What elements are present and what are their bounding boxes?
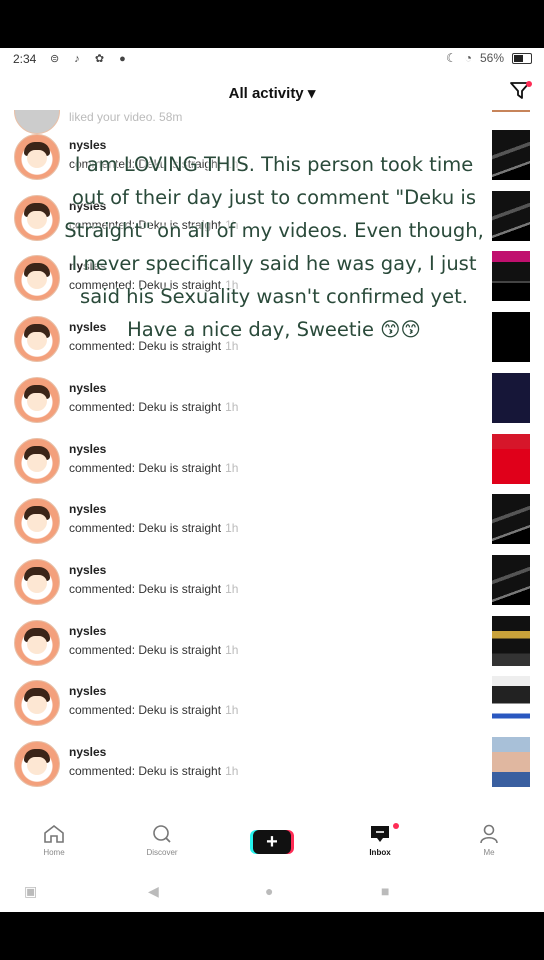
- video-thumbnail[interactable]: [492, 494, 530, 545]
- time-ago: 1h: [225, 521, 239, 536]
- avatar[interactable]: [14, 741, 60, 787]
- status-bar: 2:34 ⊜ ♪ ✿ ● ☾ ◔ 56%: [0, 48, 544, 70]
- activity-text: commented: Deku is straight 1h: [69, 582, 238, 596]
- notification-icons: ⊜ ♪ ✿ ●: [50, 53, 132, 65]
- username[interactable]: nysles: [69, 745, 106, 759]
- username[interactable]: nysles: [69, 442, 106, 456]
- time-ago: 1h: [225, 581, 239, 596]
- comment-text: commented: Deku is straight: [69, 703, 222, 718]
- username[interactable]: nysles: [69, 381, 106, 395]
- profile-icon: [480, 824, 498, 844]
- list-item[interactable]: nysles commented: Deku is straight 1h: [0, 737, 544, 797]
- comment-text: commented: Deku is straight: [69, 764, 222, 778]
- battery-icon: [512, 52, 532, 64]
- video-thumbnail[interactable]: [492, 372, 530, 423]
- plus-icon: +: [266, 831, 278, 853]
- comment-text: commented: Deku is straight: [69, 399, 222, 414]
- list-item[interactable]: nysles commented: Deku is straight 1h: [0, 615, 544, 676]
- activity-text: commented: Deku is straight 1h: [69, 400, 238, 414]
- video-thumbnail[interactable]: [492, 676, 530, 727]
- inbox-badge: [393, 823, 399, 829]
- nav-home[interactable]: Home: [24, 824, 84, 857]
- filter-icon[interactable]: [510, 81, 532, 105]
- video-thumbnail[interactable]: [492, 433, 530, 484]
- username[interactable]: nysles: [69, 502, 106, 516]
- create-button[interactable]: +: [253, 830, 291, 854]
- comment-text: commented: Deku is straight: [69, 521, 222, 536]
- wifi-icon: ◔: [464, 51, 472, 65]
- filter-badge: [526, 81, 532, 87]
- avatar[interactable]: [14, 134, 60, 180]
- nav-discover[interactable]: Discover: [132, 824, 192, 857]
- video-thumbnail[interactable]: [492, 737, 530, 787]
- avatar[interactable]: [14, 194, 60, 241]
- time-ago: 1h: [225, 460, 239, 475]
- avatar[interactable]: [14, 437, 60, 484]
- time-ago: 1h: [225, 399, 239, 414]
- activity-filter-dropdown[interactable]: All activity ▾: [0, 84, 544, 102]
- username[interactable]: nysles: [69, 563, 106, 577]
- avatar[interactable]: [14, 680, 60, 727]
- video-thumbnail[interactable]: [492, 251, 530, 302]
- list-item[interactable]: nysles commented: Deku is straight 1h: [0, 433, 544, 494]
- video-thumbnail[interactable]: [492, 312, 530, 363]
- nav-discover-label: Discover: [146, 848, 178, 857]
- video-caption-overlay: I am LOVING THIS. This person took time …: [64, 153, 484, 341]
- accessibility-icon[interactable]: ▣: [24, 883, 37, 900]
- list-item[interactable]: nysles commented: Deku is straight 1h: [0, 554, 544, 615]
- username[interactable]: nysles: [69, 684, 106, 698]
- video-thumbnail[interactable]: [492, 130, 530, 180]
- nav-me-label: Me: [483, 848, 495, 857]
- partial-row-text: liked your video. 58m: [69, 110, 183, 124]
- comment-text: commented: Deku is straight: [69, 642, 222, 657]
- activity-header: All activity ▾: [0, 70, 544, 114]
- list-item[interactable]: nysles commented: Deku is straight 1h: [0, 372, 544, 433]
- back-icon[interactable]: ◀: [148, 883, 159, 900]
- time-ago: 1h: [225, 764, 239, 778]
- avatar[interactable]: [14, 558, 60, 605]
- status-time: 2:34: [13, 52, 37, 66]
- nav-inbox[interactable]: Inbox: [350, 824, 410, 857]
- battery-percent: 56%: [479, 51, 504, 65]
- avatar[interactable]: [14, 376, 60, 423]
- video-thumbnail[interactable]: [492, 110, 530, 112]
- time-ago: 1h: [225, 703, 239, 718]
- nav-me[interactable]: Me: [459, 824, 519, 857]
- search-icon: [153, 825, 171, 843]
- username[interactable]: nysles: [69, 624, 106, 638]
- system-nav-bar: ▣ ◀ ● ■: [0, 870, 544, 912]
- activity-text: commented: Deku is straight 1h: [69, 643, 238, 657]
- nav-home-label: Home: [43, 848, 65, 857]
- activity-text: commented: Deku is straight 1h: [69, 703, 238, 717]
- list-item[interactable]: nysles commented: Deku is straight 1h: [0, 494, 544, 554]
- moon-icon: ☾: [445, 51, 457, 65]
- list-item[interactable]: nysles commented: Deku is straight 1h: [0, 676, 544, 736]
- video-thumbnail[interactable]: [492, 190, 530, 241]
- avatar[interactable]: [14, 498, 60, 545]
- activity-text: commented: Deku is straight 1h: [69, 521, 238, 535]
- activity-text: commented: Deku is straight 1h: [69, 461, 238, 475]
- video-thumbnail[interactable]: [492, 615, 530, 666]
- inbox-icon: [371, 826, 389, 842]
- bottom-nav: Home Discover + Inbox Me: [0, 816, 544, 866]
- screen: 2:34 ⊜ ♪ ✿ ● ☾ ◔ 56% All activity ▾ like…: [0, 48, 544, 912]
- avatar[interactable]: [14, 619, 60, 666]
- comment-text: commented: Deku is straight: [69, 581, 222, 596]
- video-thumbnail[interactable]: [492, 554, 530, 605]
- activity-text: commented: Deku is straight 1h: [69, 764, 238, 778]
- avatar[interactable]: [14, 255, 60, 302]
- home-button-icon[interactable]: ●: [265, 883, 273, 899]
- time-ago: 1h: [225, 642, 239, 657]
- avatar[interactable]: [14, 316, 60, 363]
- home-icon: [44, 824, 64, 843]
- nav-inbox-label: Inbox: [369, 848, 391, 857]
- comment-text: commented: Deku is straight: [69, 460, 222, 475]
- recents-icon[interactable]: ■: [381, 883, 389, 899]
